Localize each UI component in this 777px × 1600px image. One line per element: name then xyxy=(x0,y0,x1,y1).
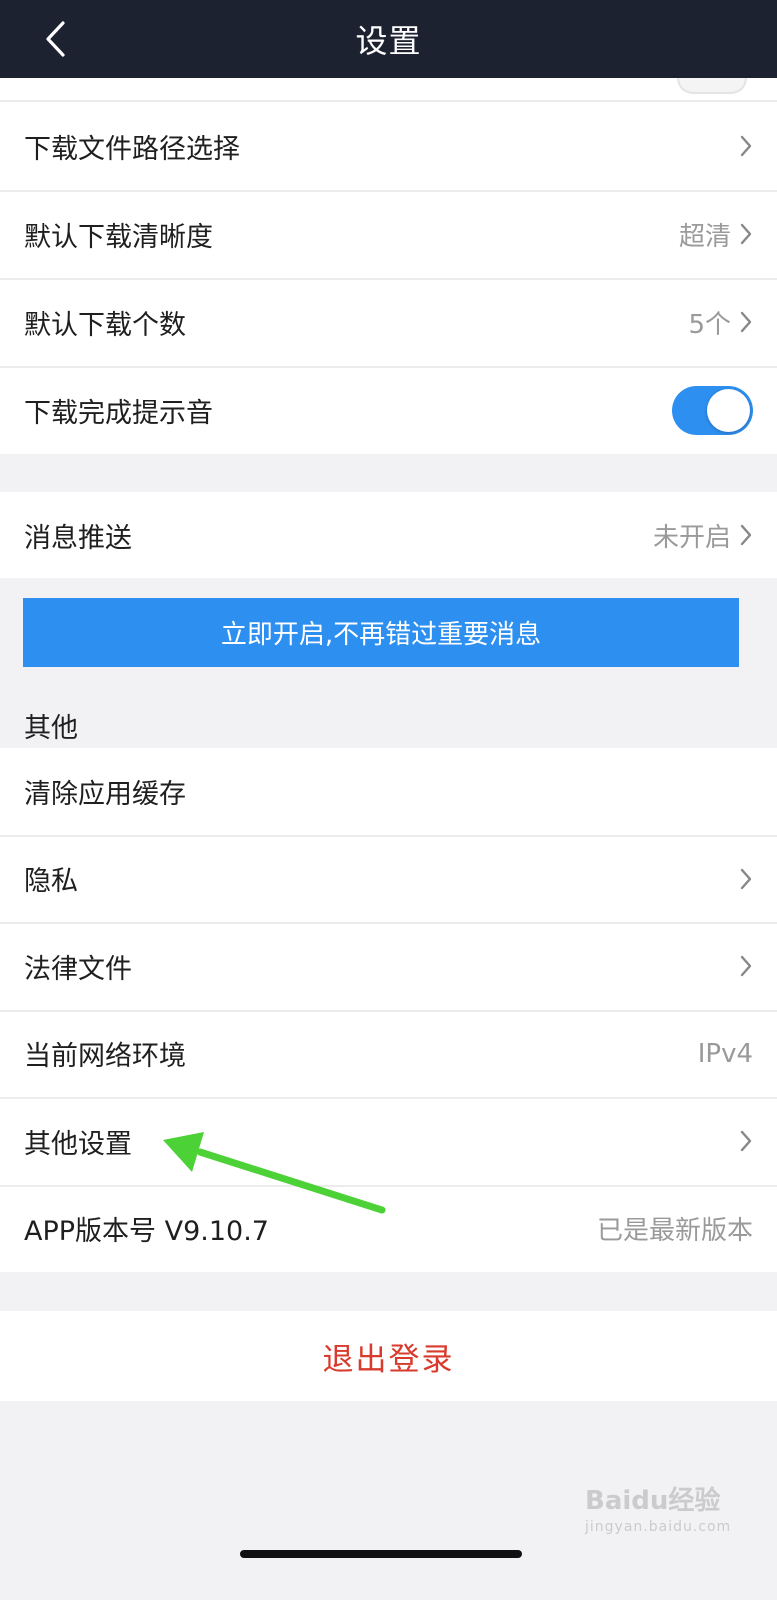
row-label: 下载文件路径选择 xyxy=(24,133,240,165)
logout-section: 退出登录 xyxy=(0,1311,777,1401)
row-right xyxy=(739,134,753,158)
row-legal[interactable]: 法律文件 xyxy=(0,922,777,1010)
watermark-sub: jingyan.baidu.com xyxy=(585,1519,732,1535)
download-sound-toggle[interactable] xyxy=(672,385,753,435)
enable-push-button[interactable]: 立即开启,不再错过重要消息 xyxy=(23,598,739,667)
row-right xyxy=(739,954,753,978)
row-download-quality[interactable]: 默认下载清晰度 超清 xyxy=(0,190,777,278)
home-indicator[interactable] xyxy=(240,1550,522,1558)
chevron-right-icon xyxy=(740,311,752,333)
chevron-right-icon xyxy=(740,1130,752,1152)
row-label: 下载完成提示音 xyxy=(24,397,213,429)
row-label: 法律文件 xyxy=(24,953,132,985)
row-label: 默认下载清晰度 xyxy=(24,221,213,253)
row-download-count[interactable]: 默认下载个数 5个 xyxy=(0,278,777,366)
push-section: 消息推送 未开启 xyxy=(0,492,777,578)
row-value: 5个 xyxy=(688,309,731,340)
row-label: 隐私 xyxy=(24,866,78,897)
row-right xyxy=(739,867,753,891)
chevron-right-icon xyxy=(740,135,752,157)
page-title: 设置 xyxy=(355,22,422,60)
row-push[interactable]: 消息推送 未开启 xyxy=(0,492,777,578)
chevron-right-icon xyxy=(740,524,752,546)
row-download-path[interactable]: 下载文件路径选择 xyxy=(0,102,777,190)
nav-bar: 设置 xyxy=(0,0,777,78)
row-value: 已是最新版本 xyxy=(596,1216,753,1246)
download-settings-section: 下载文件路径选择 默认下载清晰度 超清 默认下载个数 5个 下载完成提示音 xyxy=(0,78,777,454)
row-label: 清除应用缓存 xyxy=(24,779,186,810)
row-right: 5个 xyxy=(688,304,753,341)
row-network: 当前网络环境 IPv4 xyxy=(0,1010,777,1097)
chevron-right-icon xyxy=(740,868,752,889)
row-value: 未开启 xyxy=(652,522,731,553)
row-value: IPv4 xyxy=(697,1038,753,1069)
chevron-left-icon xyxy=(46,21,65,57)
logout-button[interactable]: 退出登录 xyxy=(0,1311,777,1401)
row-label: 消息推送 xyxy=(24,522,132,554)
row-download-sound: 下载完成提示音 xyxy=(0,366,777,454)
row-label: 当前网络环境 xyxy=(24,1041,186,1072)
row-right: 超清 xyxy=(679,216,753,253)
watermark-main: Bai​du经验 xyxy=(585,1486,721,1516)
row-privacy[interactable]: 隐私 xyxy=(0,835,777,922)
row-right: 未开启 xyxy=(653,517,753,554)
section-title-other: 其他 xyxy=(24,713,78,744)
chevron-right-icon xyxy=(740,955,752,977)
row-label: 其他设置 xyxy=(24,1128,132,1160)
partial-row xyxy=(0,78,777,102)
row-label: 默认下载个数 xyxy=(24,309,186,341)
toggle-knob xyxy=(707,388,750,432)
chevron-right-icon xyxy=(740,223,752,245)
annotation-arrow-icon xyxy=(163,1132,386,1214)
row-clear-cache[interactable]: 清除应用缓存 xyxy=(0,748,777,835)
row-right xyxy=(739,1129,753,1153)
row-value: 超清 xyxy=(678,221,731,252)
back-button[interactable] xyxy=(38,14,72,64)
baidu-watermark: Bai​du经验 jingyan.baidu.com xyxy=(585,1480,731,1535)
